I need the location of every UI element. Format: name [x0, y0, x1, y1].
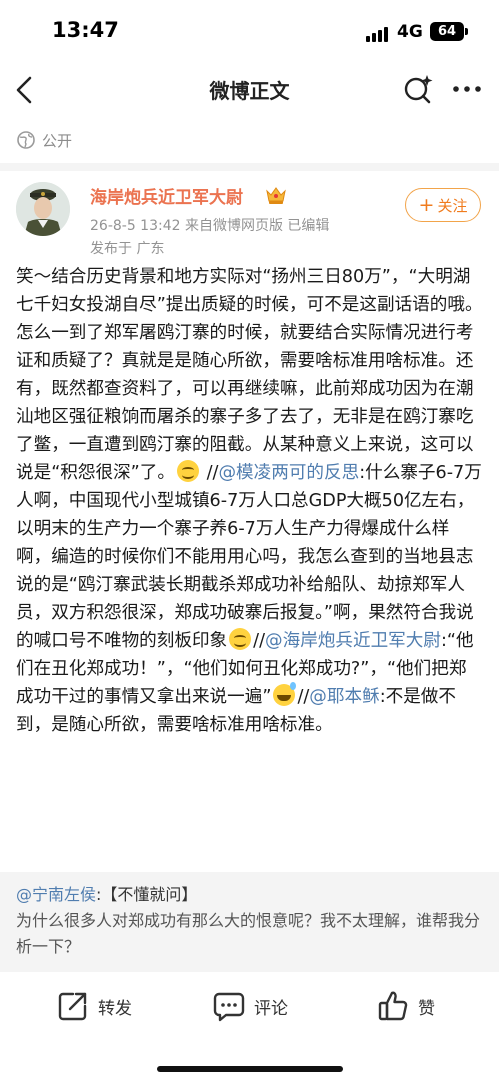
nav-bar: 微博正文	[0, 62, 499, 118]
mention-link[interactable]: @海岸炮兵近卫军大尉	[265, 631, 441, 651]
post-location: 发布于 广东	[90, 241, 165, 257]
vip-crown-icon	[264, 184, 288, 206]
mention-link[interactable]: @耶本稣	[309, 687, 379, 707]
visibility-label: 公开	[42, 131, 73, 150]
like-button[interactable]: 赞	[376, 988, 435, 1024]
plus-icon: +	[418, 193, 435, 216]
sweat-smile-emoji-icon	[273, 682, 297, 706]
search-sparkle-icon	[404, 75, 433, 104]
status-bar: 13:47 4G 64	[0, 0, 499, 62]
post-text-2: :什么寨子6-7万人啊，中国现代小型城镇6-7万人口总GDP大概50亿左右，以明…	[16, 463, 482, 651]
comment-icon	[213, 992, 245, 1022]
battery-icon: 64	[430, 22, 468, 41]
comment-button[interactable]: 评论	[212, 988, 288, 1024]
post-meta: 26-8-5 13:42 来自微博网页版 已编辑	[90, 218, 330, 234]
post-text-1: 笑～结合历史背景和地方实际对“扬州三日80万”，“大明湖七千妇女投湖自尽”提出质…	[16, 267, 483, 483]
author-name[interactable]: 海岸炮兵近卫军大尉	[90, 183, 243, 208]
comment-label: 评论	[254, 998, 288, 1019]
bottom-toolbar: 转发 评论 赞	[0, 972, 499, 1080]
thumbs-up-icon	[378, 991, 408, 1021]
repost-separator: //	[200, 463, 219, 483]
mention-link[interactable]: @模凌两可的反思	[218, 463, 359, 483]
follow-button[interactable]: + 关注	[405, 188, 481, 222]
status-time: 13:47	[52, 18, 119, 42]
repost-icon	[58, 992, 87, 1021]
more-icon	[453, 86, 481, 92]
original-post-header: @宁南左侯:【不懂就问】	[16, 882, 483, 908]
signal-icon	[366, 26, 390, 42]
avatar[interactable]	[16, 182, 70, 236]
like-label: 赞	[418, 998, 435, 1019]
original-post-tag: :【不懂就问】	[96, 885, 198, 904]
avatar-image	[16, 182, 70, 236]
repost-label: 转发	[98, 998, 132, 1019]
smile-emoji-icon	[176, 460, 199, 482]
home-indicator	[157, 1066, 343, 1072]
network-type: 4G	[397, 22, 423, 42]
repost-separator: //	[297, 687, 310, 707]
smile-emoji-icon	[229, 628, 252, 650]
follow-label: 关注	[437, 196, 468, 215]
more-button[interactable]	[448, 72, 486, 106]
search-button[interactable]	[401, 72, 435, 106]
post-body: 笑～结合历史背景和地方实际对“扬州三日80万”，“大明湖七千妇女投湖自尽”提出质…	[16, 263, 484, 739]
original-post-card[interactable]: @宁南左侯:【不懂就问】 为什么很多人对郑成功有那么大的恨意呢？我不太理解，谁帮…	[0, 872, 499, 972]
visibility-row: 公开	[16, 127, 72, 153]
section-divider	[0, 163, 499, 171]
original-post-text: 为什么很多人对郑成功有那么大的恨意呢？我不太理解，谁帮我分析一下？	[16, 911, 481, 956]
original-author-link[interactable]: @宁南左侯	[16, 885, 96, 904]
repost-separator: //	[253, 631, 265, 651]
repost-button[interactable]: 转发	[56, 988, 132, 1024]
globe-icon	[17, 131, 35, 149]
